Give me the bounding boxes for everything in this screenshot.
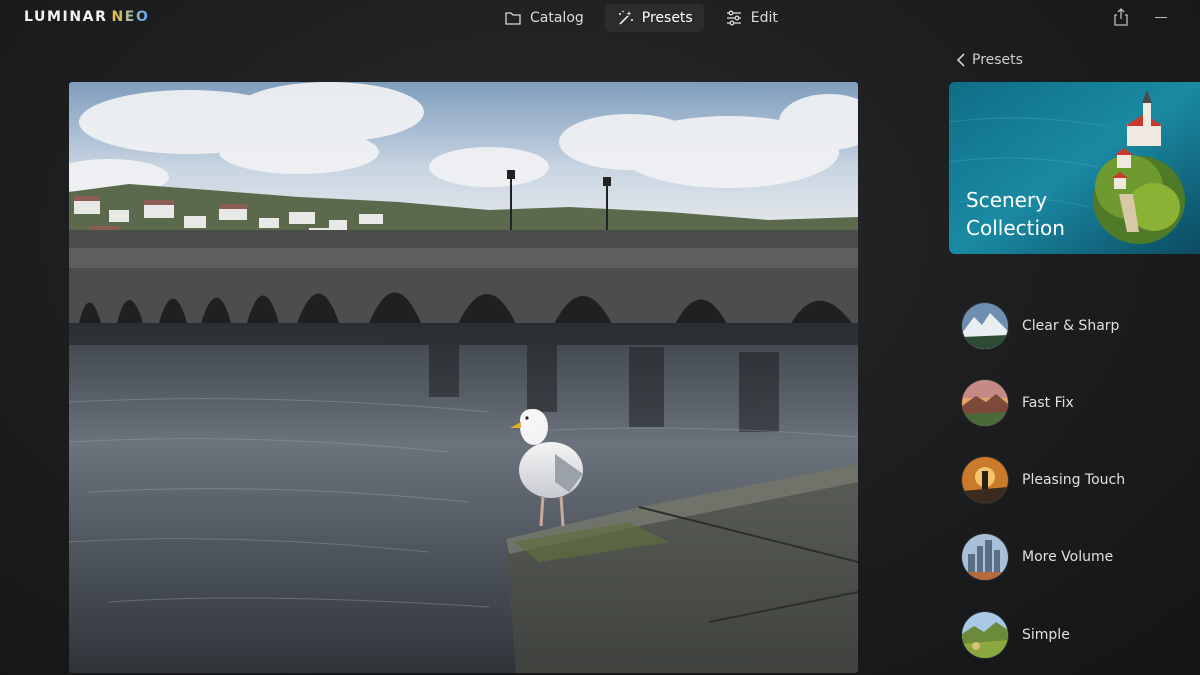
tab-edit[interactable]: Edit	[714, 4, 789, 32]
magic-wand-icon	[618, 10, 633, 25]
folder-icon	[505, 12, 521, 25]
tab-presets[interactable]: Presets	[604, 4, 704, 32]
back-label: Presets	[972, 52, 1023, 68]
tab-edit-label: Edit	[750, 10, 778, 26]
app-logo: LUMINAR NEO	[24, 9, 149, 25]
tab-presets-label: Presets	[641, 10, 693, 26]
share-icon[interactable]	[1112, 7, 1130, 27]
preset-thumbnail	[962, 612, 1008, 658]
logo-accent: NEO	[111, 9, 150, 25]
top-bar: LUMINAR NEO Catalog Presets Edit	[0, 0, 1200, 38]
tab-catalog-label: Catalog	[530, 10, 584, 26]
preset-label: Simple	[1022, 627, 1070, 643]
collection-title: Scenery Collection	[966, 186, 1065, 242]
preset-fast-fix[interactable]: Fast Fix	[962, 379, 1074, 427]
photo-seagull-bridge	[69, 82, 858, 673]
collection-title-line2: Collection	[966, 216, 1065, 240]
collection-title-line1: Scenery	[966, 188, 1048, 212]
preset-label: Clear & Sharp	[1022, 318, 1120, 334]
presets-panel: Presets Scenery Collection Clear & Sharp…	[948, 46, 1200, 675]
preset-label: More Volume	[1022, 549, 1114, 565]
preset-thumbnail	[962, 303, 1008, 349]
scenery-collection-banner[interactable]: Scenery Collection	[949, 82, 1200, 254]
main-nav: Catalog Presets Edit	[493, 4, 789, 32]
preset-simple[interactable]: Simple	[962, 611, 1070, 659]
preset-clear-sharp[interactable]: Clear & Sharp	[962, 302, 1119, 350]
tab-catalog[interactable]: Catalog	[493, 4, 595, 32]
preset-label: Pleasing Touch	[1022, 472, 1126, 488]
image-canvas[interactable]	[69, 82, 858, 673]
preset-label: Fast Fix	[1022, 395, 1074, 411]
sliders-icon	[726, 10, 741, 26]
preset-thumbnail	[962, 534, 1008, 580]
preset-thumbnail	[962, 457, 1008, 503]
minimize-icon[interactable]	[1155, 17, 1167, 18]
logo-main: LUMINAR	[24, 9, 108, 25]
preset-more-volume[interactable]: More Volume	[962, 533, 1113, 581]
preset-pleasing-touch[interactable]: Pleasing Touch	[962, 456, 1125, 504]
back-to-presets-button[interactable]: Presets	[956, 52, 1023, 68]
preset-thumbnail	[962, 380, 1008, 426]
chevron-left-icon	[956, 53, 965, 67]
